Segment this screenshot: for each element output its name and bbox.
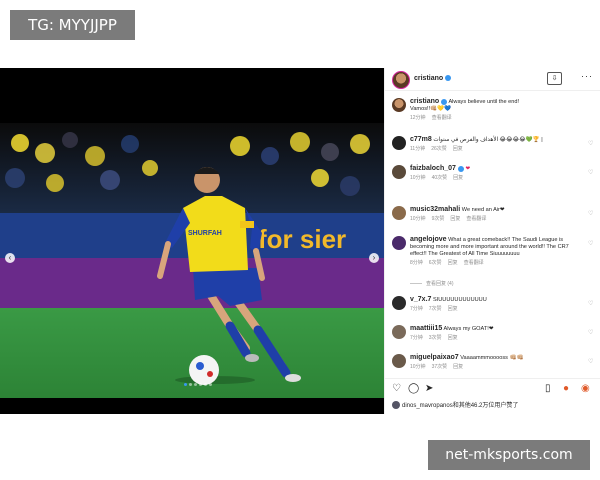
bookmark-icon[interactable]: ▯ [545,383,551,395]
comment-likes: 26次赞 [431,146,447,152]
commenter-avatar[interactable] [392,296,406,310]
commenter-avatar[interactable] [392,325,406,339]
reply-link[interactable]: 回复 [453,146,463,152]
comment-likes: 7次赞 [428,306,442,312]
author-avatar[interactable] [392,71,410,89]
comment-text: ❤ [465,166,471,172]
comment-likes: 9次赞 [431,216,445,222]
author-username[interactable]: cristiano [414,75,452,82]
watermark-top: TG: MYYJJPP [10,10,135,40]
post-side-panel: cristiano ⇩ ··· cristiano Always believe… [384,68,600,414]
comment-likes: 6次赞 [428,260,442,266]
instagram-post: for sier SHURFAH ‹ › cristiano ⇩ ··· cri… [0,68,600,414]
commenter-username[interactable]: angelojove [410,236,447,243]
commenter-username[interactable]: v_7x.7 [410,296,431,303]
comment-text: الأهداف والفرص في سنوات 😂😂😂😂💚🏆 | [433,137,543,143]
post-header: cristiano ⇩ ··· [385,68,600,91]
comment-text: Vaaaammmooooss 👊🏼👊🏼 [460,355,524,361]
likes-summary[interactable]: dinos_mavropanos和其他46.2万位用户赞了 [392,400,519,410]
caption-text-line2: Vamos!!👊🏼💛💙 [410,106,451,112]
verified-badge-icon [445,75,452,82]
refresh-icon[interactable]: ◉ [581,383,590,395]
comment-text: Always my GOAT!❤ [443,326,494,332]
commenter-username[interactable]: music32mahali [410,206,460,213]
comment-time: 10分钟 [410,175,426,181]
translate-link[interactable]: 查看翻译 [466,216,486,222]
more-options-icon[interactable]: ··· [581,71,593,81]
caption-username[interactable]: cristiano [410,98,439,105]
comment-text: We need an Air❤ [461,207,505,213]
share-icon[interactable]: ➤ [425,383,433,395]
next-photo-button[interactable]: › [369,253,379,263]
post-actions-bar: ♡ ◯ ➤ ▯ ● ◉ [385,378,600,399]
commenter-username[interactable]: miguelpaixao7 [410,354,459,361]
comment-time: 7分钟 [410,306,423,312]
caption-translate-link[interactable]: 查看翻译 [432,115,452,121]
like-comment-icon[interactable]: ♡ [588,140,593,147]
comment-text: SIUUUUUUUUUUUU [432,297,487,303]
save-post-icon[interactable]: ⇩ [547,72,562,85]
reply-link[interactable]: 回复 [448,260,458,266]
like-comment-icon[interactable]: ♡ [588,240,593,247]
post-photo[interactable]: for sier SHURFAH ‹ › [0,68,384,414]
caption-text-line1: Always believe until the end! [448,99,520,105]
likes-text: dinos_mavropanos和其他46.2万位用户赞了 [402,403,519,409]
like-comment-icon[interactable]: ♡ [588,210,593,217]
reply-link[interactable]: 回复 [450,216,460,222]
jersey-sponsor: SHURFAH [188,230,222,237]
commenter-avatar[interactable] [392,136,406,150]
commenter-avatar[interactable] [392,236,406,250]
like-comment-icon[interactable]: ♡ [588,329,593,336]
comment-time: 10分钟 [410,364,426,370]
reply-link[interactable]: 回复 [453,175,463,181]
comment-likes: 37次赞 [431,364,448,370]
comment-time: 8分钟 [410,260,423,266]
reply-link[interactable]: 回复 [448,335,458,341]
caption-time: 12分钟 [410,115,426,121]
author-avatar[interactable] [392,98,406,112]
verified-badge-icon [457,165,464,172]
prev-photo-button[interactable]: ‹ [5,253,15,263]
reply-link[interactable]: 回复 [453,364,463,370]
reply-link[interactable]: 回复 [448,306,458,312]
stadium-banner-text: for sier [258,224,346,254]
commenter-avatar[interactable] [392,206,406,220]
like-comment-icon[interactable]: ♡ [588,358,593,365]
commenter-username[interactable]: c77m8 [410,136,432,143]
comment-time: 11分钟 [410,146,426,152]
watermark-bottom: net-mksports.com [428,440,590,470]
comment-icon[interactable]: ◯ [408,383,419,395]
comment-likes: 40次赞 [431,175,448,181]
liker-avatar [392,401,400,410]
commenter-avatar[interactable] [392,165,406,179]
carousel-indicator [184,383,212,386]
download-icon[interactable]: ● [563,383,569,395]
commenter-username[interactable]: maattiii15 [410,325,442,332]
comment-time: 7分钟 [410,335,423,341]
commenter-username[interactable]: faizbaloch_07 [410,165,456,172]
view-replies-link[interactable]: 查看回复 (4) [410,280,454,287]
translate-link[interactable]: 查看翻译 [464,260,484,266]
comment-time: 10分钟 [410,216,426,222]
like-icon[interactable]: ♡ [392,383,401,395]
football-photo: for sier SHURFAH [0,68,384,414]
verified-badge-icon [441,98,448,105]
commenter-avatar[interactable] [392,354,406,368]
comment-likes: 3次赞 [428,335,442,341]
like-comment-icon[interactable]: ♡ [588,300,593,307]
like-comment-icon[interactable]: ♡ [588,169,593,176]
